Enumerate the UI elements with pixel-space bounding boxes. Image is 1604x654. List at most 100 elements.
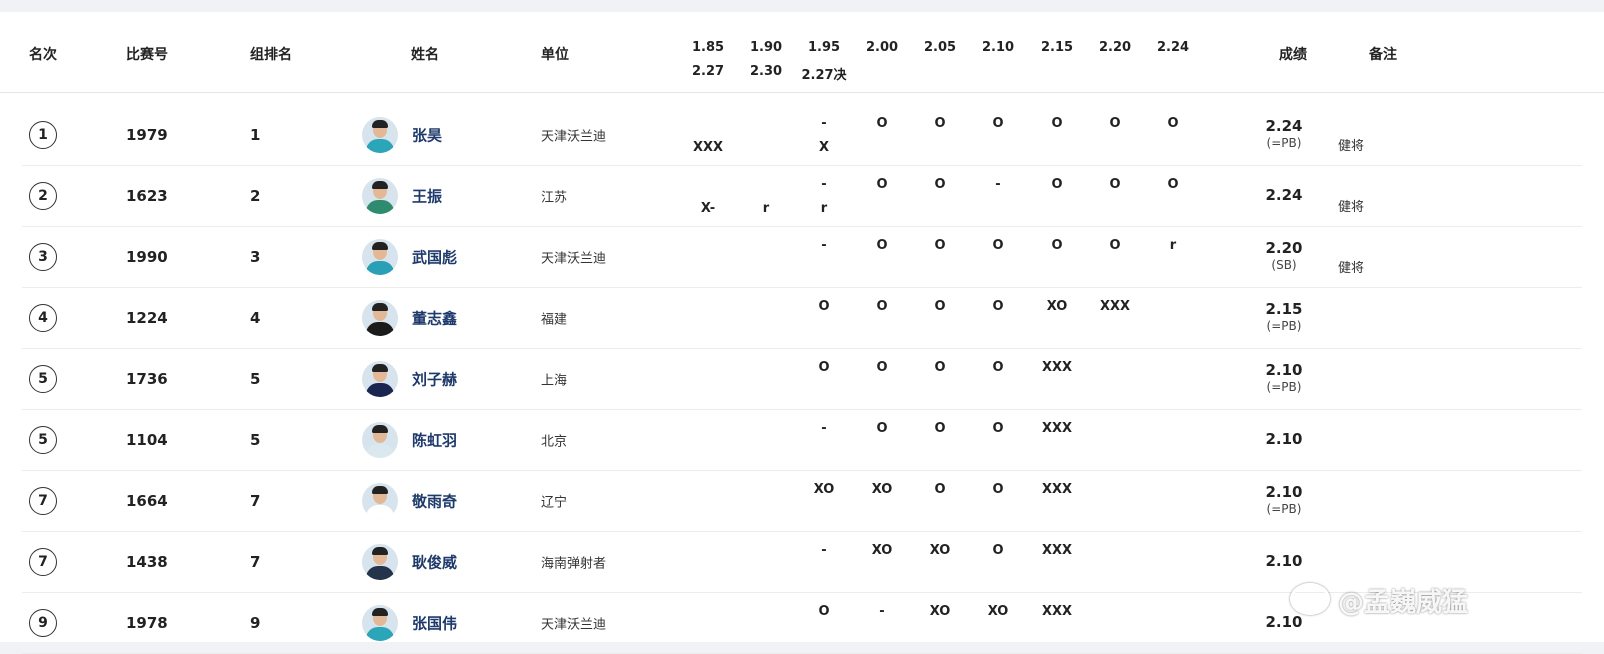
rank-badge: 3 bbox=[29, 243, 57, 271]
athlete-unit: 福建 bbox=[541, 312, 568, 328]
height-header-3: 1.95 bbox=[807, 40, 841, 55]
attempt-result: O bbox=[934, 421, 946, 436]
attempt-result: O bbox=[1167, 177, 1179, 192]
attempt-result: O bbox=[876, 299, 888, 314]
athlete-name-link[interactable]: 武国彪 bbox=[412, 247, 457, 268]
bib-number: 1224 bbox=[126, 309, 168, 327]
result-note: (SB) bbox=[1271, 258, 1297, 272]
attempt-result: O bbox=[876, 116, 888, 131]
athlete-avatar[interactable] bbox=[362, 422, 398, 458]
athlete-avatar[interactable] bbox=[362, 605, 398, 641]
table-row[interactable]: 3 1990 3 武国彪 天津沃兰迪 - O O O O Or 2.20 (SB) 健将 bbox=[22, 227, 1582, 288]
athlete-name-link[interactable]: 张国伟 bbox=[412, 613, 457, 634]
attempt-result: O bbox=[934, 299, 946, 314]
attempt-result: XO bbox=[813, 482, 835, 497]
result-header: 成绩 bbox=[1279, 47, 1307, 63]
bib-number: 1979 bbox=[126, 126, 168, 144]
result-mark: 2.15 bbox=[1265, 300, 1303, 318]
table-row[interactable]: 1 1979 1 张昊 天津沃兰迪 - O O O O O O XXX X 2.24 (=PB) 健将 bbox=[22, 105, 1582, 166]
result-note: (=PB) bbox=[1266, 319, 1302, 333]
watermark-text: @孟巍威猛 bbox=[1338, 588, 1469, 618]
athlete-unit: 天津沃兰迪 bbox=[541, 129, 607, 145]
athlete-avatar[interactable] bbox=[362, 544, 398, 580]
athlete-unit: 海南弹射者 bbox=[541, 556, 607, 572]
remark-text: 健将 bbox=[1338, 200, 1365, 215]
result-cell: 2.20 (SB) bbox=[1244, 239, 1324, 272]
result-note: (=PB) bbox=[1266, 502, 1302, 516]
attempt-result: - bbox=[821, 421, 827, 436]
attempt-result: O bbox=[934, 116, 946, 131]
athlete-avatar[interactable] bbox=[362, 300, 398, 336]
height-header-2: 1.90 bbox=[749, 40, 783, 55]
bib-number: 1664 bbox=[126, 492, 168, 510]
athlete-unit: 北京 bbox=[541, 434, 568, 450]
athlete-avatar[interactable] bbox=[362, 239, 398, 275]
table-row[interactable]: 7 1664 7 敬雨奇 辽宁 XO XO O O XXX 2.10 (=PB) bbox=[22, 471, 1582, 532]
attempt-result: O bbox=[818, 299, 830, 314]
attempt-result: r bbox=[1169, 238, 1177, 253]
result-note: (=PB) bbox=[1266, 380, 1302, 394]
attempt-result: O bbox=[992, 482, 1004, 497]
attempt-result: O bbox=[934, 482, 946, 497]
height-header-11: 2.30 bbox=[749, 64, 783, 79]
athlete-name-link[interactable]: 王振 bbox=[412, 186, 442, 207]
result-mark: 2.10 bbox=[1265, 483, 1303, 501]
rank-badge: 7 bbox=[29, 487, 57, 515]
attempt-result: O bbox=[876, 360, 888, 375]
results-card: 名次 比赛号 组排名 姓名 单位 1.85 1.90 1.95 2.00 2.05 2.1… bbox=[0, 12, 1604, 654]
athlete-name-link[interactable]: 董志鑫 bbox=[412, 308, 457, 329]
attempt-result: O bbox=[934, 177, 946, 192]
attempt-result: O bbox=[934, 360, 946, 375]
height-header-4: 2.00 bbox=[865, 40, 899, 55]
attempt-result: XO bbox=[871, 482, 893, 497]
group-order: 4 bbox=[250, 309, 261, 327]
attempt-result: - bbox=[821, 177, 827, 192]
attempt-result: XXX bbox=[1041, 543, 1073, 558]
rank-badge: 1 bbox=[29, 121, 57, 149]
bib-number: 1104 bbox=[126, 431, 168, 449]
group-order: 2 bbox=[250, 187, 261, 205]
attempt-result: O bbox=[818, 604, 830, 619]
athlete-avatar[interactable] bbox=[362, 117, 398, 153]
result-mark: 2.24 bbox=[1265, 117, 1303, 135]
attempt-result: X bbox=[818, 140, 830, 155]
height-header-5: 2.05 bbox=[923, 40, 957, 55]
attempt-result: O bbox=[992, 543, 1004, 558]
athlete-name-link[interactable]: 刘子赫 bbox=[412, 369, 457, 390]
attempt-result: XO bbox=[929, 543, 951, 558]
rank-header: 名次 bbox=[29, 47, 57, 63]
group-order: 9 bbox=[250, 614, 261, 632]
athlete-name-link[interactable]: 敬雨奇 bbox=[412, 491, 457, 512]
group-order: 3 bbox=[250, 248, 261, 266]
group-order: 7 bbox=[250, 492, 261, 510]
attempt-result: - bbox=[879, 604, 885, 619]
athlete-name-link[interactable]: 陈虹羽 bbox=[412, 430, 457, 451]
attempt-result: XO bbox=[871, 543, 893, 558]
attempt-result: XXX bbox=[1041, 421, 1073, 436]
remark-text: 健将 bbox=[1338, 261, 1365, 276]
group-order: 5 bbox=[250, 431, 261, 449]
athlete-avatar[interactable] bbox=[362, 483, 398, 519]
athlete-unit: 天津沃兰迪 bbox=[541, 251, 607, 267]
rank-badge: 2 bbox=[29, 182, 57, 210]
table-row[interactable]: 5 1736 5 刘子赫 上海 O O O O XXX 2.10 (=PB) bbox=[22, 349, 1582, 410]
bib-header: 比赛号 bbox=[126, 47, 168, 63]
athlete-name-link[interactable]: 张昊 bbox=[412, 125, 442, 146]
athlete-unit: 江苏 bbox=[541, 190, 568, 206]
attempt-result: - bbox=[821, 116, 827, 131]
athlete-name-link[interactable]: 耿俊威 bbox=[412, 552, 457, 573]
athlete-avatar[interactable] bbox=[362, 361, 398, 397]
table-row[interactable]: 4 1224 4 董志鑫 福建 O O O O XO XXX 2.15 (=PB) bbox=[22, 288, 1582, 349]
bib-number: 1623 bbox=[126, 187, 168, 205]
athlete-unit: 辽宁 bbox=[541, 495, 568, 511]
attempt-result: O bbox=[876, 177, 888, 192]
athlete-unit: 天津沃兰迪 bbox=[541, 617, 607, 633]
table-row[interactable]: 2 1623 2 王振 江苏 - O O - O O O X-r r 2.24 健将 bbox=[22, 166, 1582, 227]
table-row[interactable]: 5 1104 5 陈虹羽 北京 - O O O XXX 2.10 bbox=[22, 410, 1582, 471]
height-header-9: 2.24 bbox=[1156, 40, 1190, 55]
result-cell: 2.10 bbox=[1244, 430, 1324, 448]
attempt-result: XXX bbox=[1041, 360, 1073, 375]
attempt-result: O bbox=[992, 299, 1004, 314]
table-header: 名次 比赛号 组排名 姓名 单位 1.85 1.90 1.95 2.00 2.05 2.1… bbox=[0, 12, 1604, 93]
athlete-avatar[interactable] bbox=[362, 178, 398, 214]
